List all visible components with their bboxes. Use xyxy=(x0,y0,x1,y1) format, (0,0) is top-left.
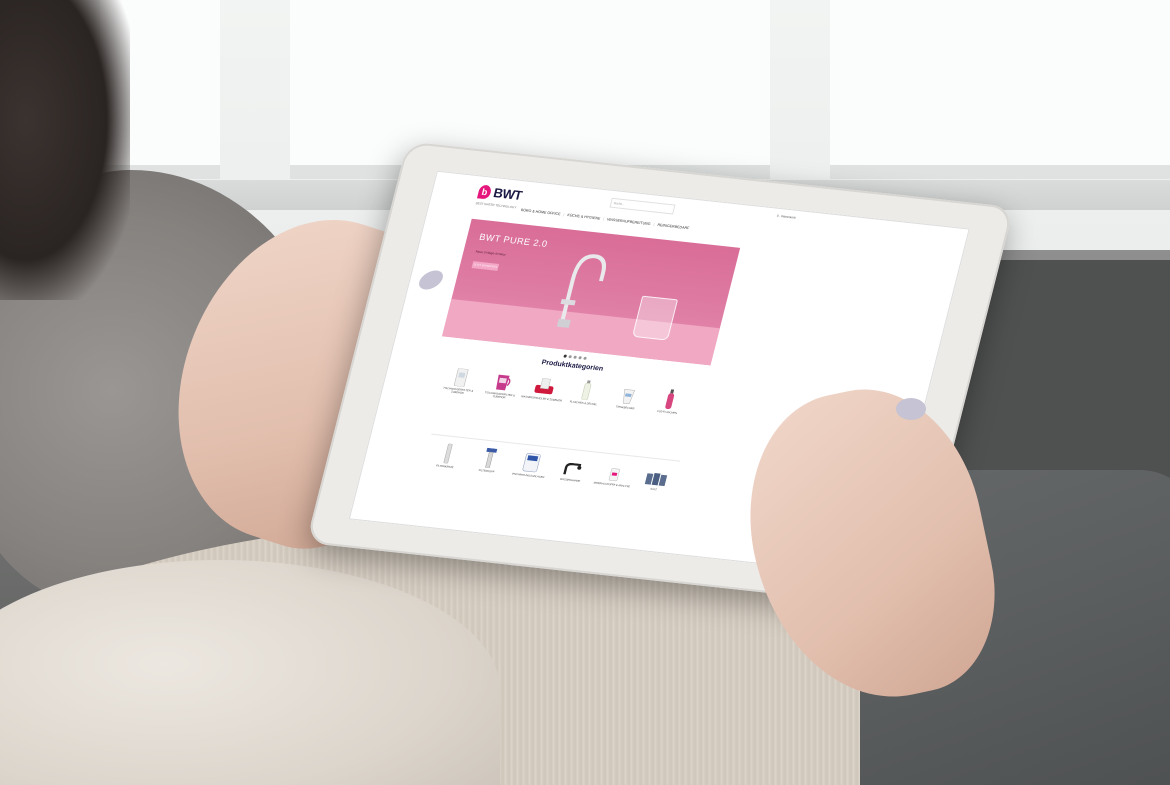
tap-icon xyxy=(550,455,597,479)
nav-separator: | xyxy=(653,222,655,227)
softener-icon xyxy=(508,451,555,475)
category-item[interactable]: SALZ xyxy=(632,464,680,493)
category-item[interactable]: MINERALSTOFFE & ANALYSE xyxy=(590,460,638,489)
hero-banner[interactable]: BWT PURE 2.0 Neue 3-Wege-Armatur JETZT E… xyxy=(442,218,741,366)
hero-title: BWT PURE 2.0 xyxy=(478,231,549,249)
co2-icon xyxy=(647,387,694,411)
salt-icon xyxy=(633,464,680,488)
category-row-1: TISCHWASSERFILTER & ZUBEHÖR TISCHWASSERF… xyxy=(436,365,694,420)
nav-item-office[interactable]: BÜRO & HOME OFFICE xyxy=(520,208,560,216)
minerals-icon xyxy=(592,460,639,484)
window-pane-right xyxy=(830,0,1170,179)
thumbnail xyxy=(896,398,926,420)
hero-cta-button[interactable]: JETZT ENTDECKEN xyxy=(471,261,500,271)
nav-separator: | xyxy=(602,217,605,222)
nav-separator: | xyxy=(562,212,565,217)
dispenser-icon xyxy=(438,365,485,389)
carousel-dots xyxy=(563,354,587,360)
carousel-dot[interactable] xyxy=(573,355,577,359)
hero-subtitle: Neue 3-Wege-Armatur xyxy=(475,249,507,257)
search-input[interactable]: Suche... xyxy=(609,197,676,215)
carousel-dot[interactable] xyxy=(568,355,573,359)
person-hair xyxy=(0,0,130,300)
bottle-icon xyxy=(563,378,610,402)
photo-scene: b BWT BEST WATER TECHNOLOGY Suche... 0 -… xyxy=(0,0,1170,785)
category-item[interactable]: TRINKBECHER xyxy=(603,383,652,415)
categories-title: Produktkategorien xyxy=(540,359,604,373)
nav-item-water-treatment[interactable]: WASSERAUFBEREITUNG xyxy=(607,217,651,226)
brand-name: BWT xyxy=(491,185,524,203)
carousel-dot[interactable] xyxy=(563,354,568,358)
category-item[interactable]: WASSERHÄHNE xyxy=(549,455,597,484)
category-item[interactable]: TISCHWASSERFILTER & ZUBEHÖR xyxy=(436,365,485,397)
filter-head-icon xyxy=(466,446,513,470)
category-item[interactable]: TISCHWASSERFILTER & ZUBEHÖR xyxy=(478,369,527,401)
category-item[interactable]: ENTHÄRTUNGSANLAGEN xyxy=(507,451,555,480)
category-item[interactable]: FILTERKERZE xyxy=(423,442,471,471)
sparkler-icon xyxy=(522,374,569,398)
cup-icon xyxy=(605,383,652,407)
cartridge-icon xyxy=(425,442,472,466)
category-item[interactable]: WASSERSPRUDLER & ZUBEHÖR xyxy=(520,374,569,406)
bwt-logo-icon: b xyxy=(477,184,493,200)
carousel-dot[interactable] xyxy=(578,356,582,360)
window-pane-center xyxy=(290,0,770,179)
nav-item-kitchen[interactable]: KÜCHE & HYGIENE xyxy=(567,213,601,220)
brand-logo[interactable]: b BWT xyxy=(477,184,524,203)
carousel-dot[interactable] xyxy=(583,356,587,360)
nav-item-cleaning[interactable]: REINIGERBEDARF xyxy=(657,223,690,230)
cart-link[interactable]: 0 - Warenkorb xyxy=(776,214,807,221)
category-item[interactable]: FILTERKOPF xyxy=(465,446,513,475)
filter-jug-icon xyxy=(480,369,527,393)
category-row-2: FILTERKERZE FILTERKOPF ENTHÄRTUNGSANLAGE… xyxy=(423,442,680,494)
category-item[interactable]: FLASCHEN & DECKEL xyxy=(561,378,610,410)
category-item[interactable]: CO2-FLASCHEN xyxy=(645,387,694,419)
brand-tagline: BEST WATER TECHNOLOGY xyxy=(475,201,517,210)
